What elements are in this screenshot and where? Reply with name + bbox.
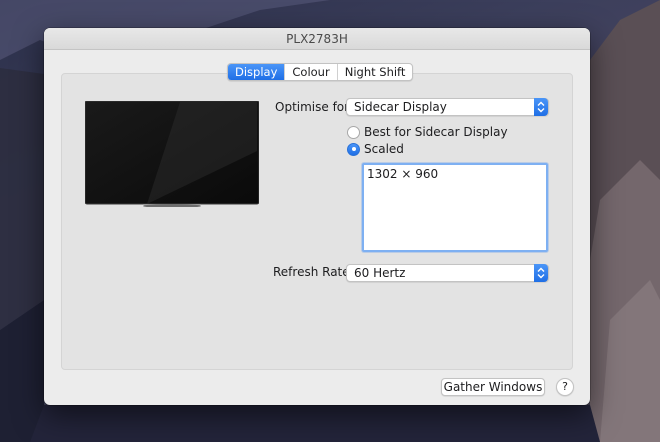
refresh-rate-label: Refresh Rate:	[273, 265, 354, 279]
tab-bar: Display Colour Night Shift	[227, 63, 414, 81]
radio-scaled[interactable]: Scaled	[347, 142, 404, 156]
refresh-rate-popup[interactable]: 60 Hertz	[346, 264, 549, 282]
optimise-for-popup[interactable]: Sidecar Display	[346, 98, 549, 116]
optimise-for-label: Optimise for:	[275, 100, 353, 114]
help-button[interactable]: ?	[556, 378, 574, 396]
refresh-rate-value: 60 Hertz	[354, 266, 406, 280]
tab-colour[interactable]: Colour	[284, 64, 336, 80]
popup-stepper-icon	[534, 264, 548, 282]
tab-display[interactable]: Display	[228, 64, 285, 80]
display-settings-window: PLX2783H Display Colour Night Shift Opti…	[44, 28, 590, 405]
popup-stepper-icon	[534, 98, 548, 116]
display-preview-icon	[85, 101, 259, 207]
scaled-resolution-list[interactable]: 1302 × 960	[362, 163, 548, 252]
gather-windows-button[interactable]: Gather Windows	[441, 378, 545, 396]
radio-button[interactable]	[347, 142, 360, 156]
radio-label: Scaled	[364, 142, 404, 156]
optimise-for-value: Sidecar Display	[354, 100, 447, 114]
radio-label: Best for Sidecar Display	[364, 125, 508, 139]
list-item[interactable]: 1302 × 960	[364, 165, 546, 183]
window-title[interactable]: PLX2783H	[44, 28, 590, 50]
radio-button[interactable]	[347, 125, 360, 139]
tab-night-shift[interactable]: Night Shift	[336, 64, 413, 80]
radio-best-for-sidecar[interactable]: Best for Sidecar Display	[347, 125, 508, 139]
